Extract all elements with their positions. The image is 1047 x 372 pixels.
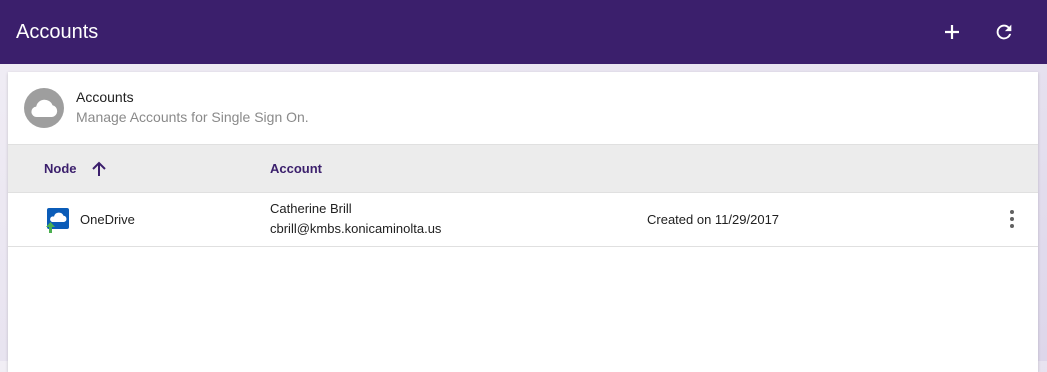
column-header-account[interactable]: Account <box>270 161 322 177</box>
node-name: OneDrive <box>80 212 135 227</box>
refresh-icon <box>996 24 1012 40</box>
card-subtitle: Manage Accounts for Single Sign On. <box>76 109 309 125</box>
more-vert-icon[interactable] <box>1000 207 1024 231</box>
account-name: Catherine Brill <box>270 201 352 216</box>
account-email: cbrill@kmbs.konicaminolta.us <box>270 221 442 236</box>
card-header: Accounts Manage Accounts for Single Sign… <box>8 72 1038 144</box>
table-row[interactable]: OneDrive Catherine Brill cbrill@kmbs.kon… <box>8 193 1038 247</box>
arrow-up-icon[interactable] <box>89 159 109 179</box>
refresh-button[interactable] <box>988 16 1020 48</box>
onedrive-icon <box>46 208 69 233</box>
cloud-avatar <box>24 88 64 128</box>
card-title: Accounts <box>76 89 134 105</box>
add-account-button[interactable] <box>936 16 968 48</box>
plus-icon <box>945 25 959 39</box>
accounts-card: Accounts Manage Accounts for Single Sign… <box>8 72 1038 372</box>
page-title: Accounts <box>16 21 99 43</box>
app-bar: Accounts <box>0 0 1047 64</box>
created-date: Created on 11/29/2017 <box>647 212 780 227</box>
table-header: Node Account <box>8 144 1038 193</box>
column-header-node[interactable]: Node <box>44 161 77 177</box>
cloud-icon <box>31 99 58 118</box>
